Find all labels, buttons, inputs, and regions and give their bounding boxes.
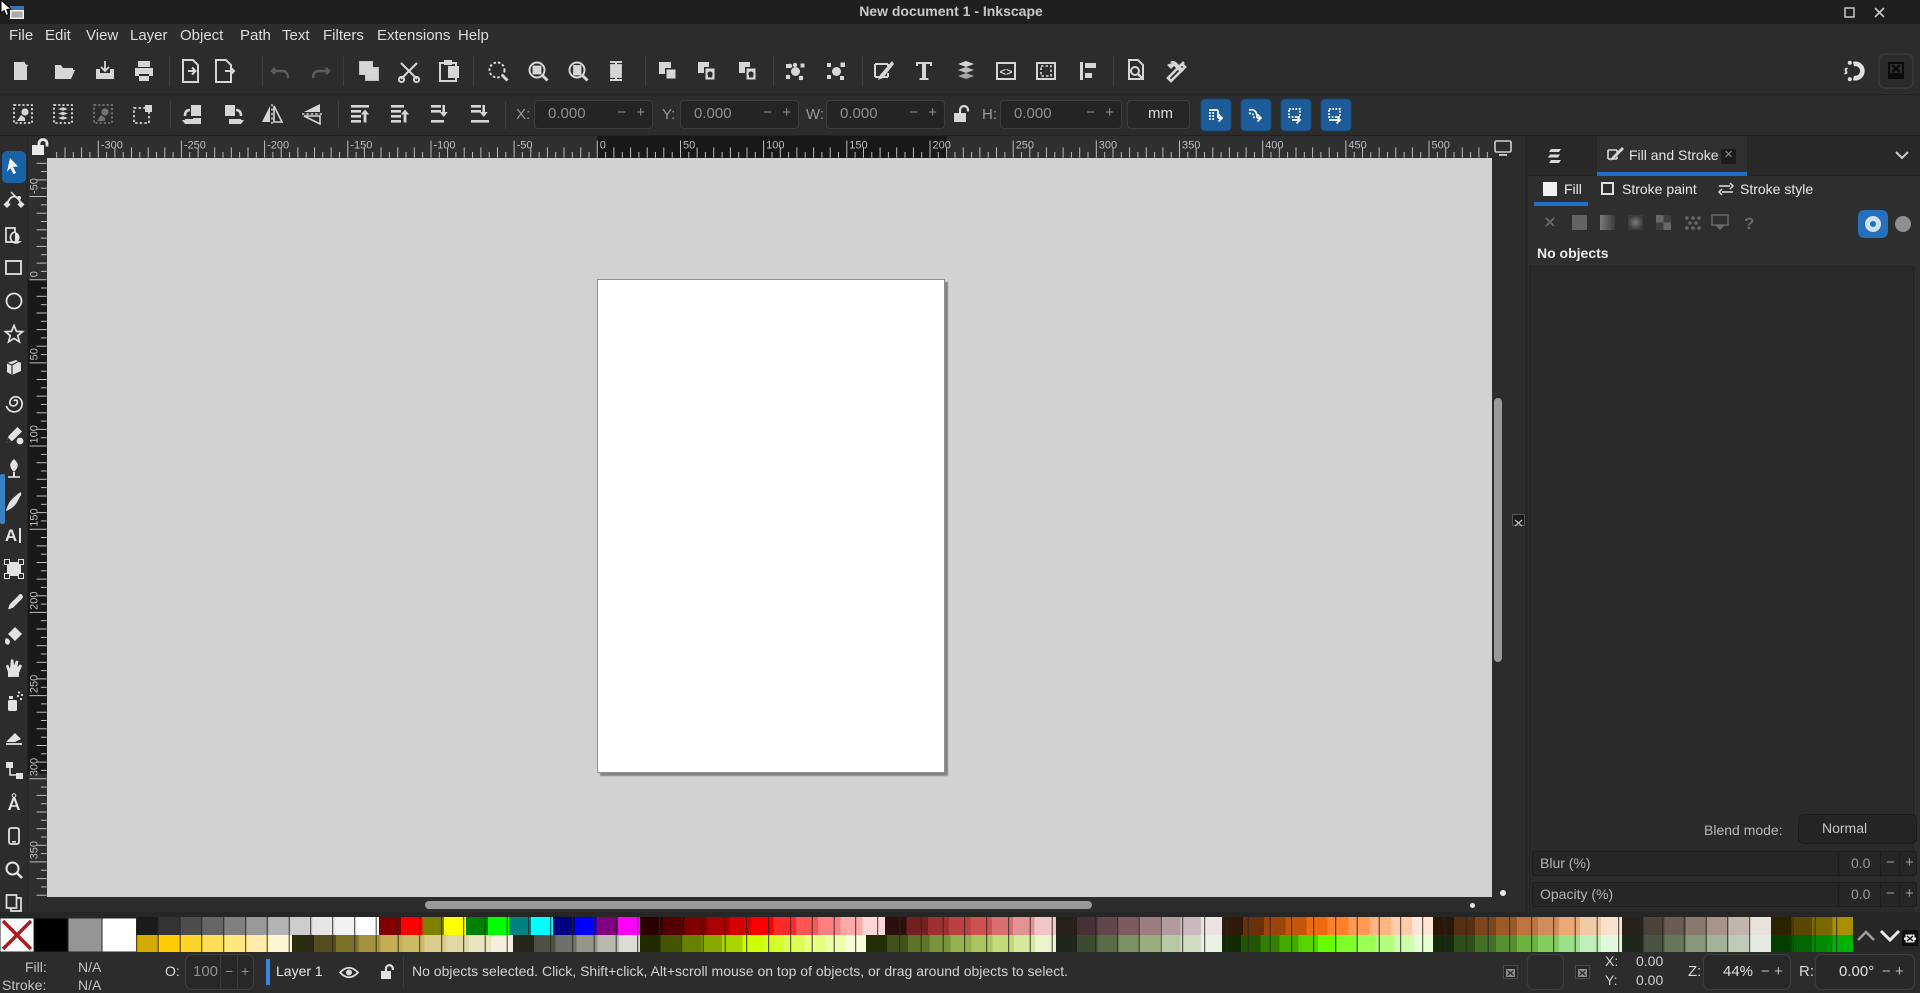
svg-text:-200: -200	[267, 140, 289, 152]
svg-text:0: 0	[29, 271, 41, 277]
svg-text:250: 250	[1016, 140, 1034, 152]
svg-text:A: A	[5, 526, 17, 545]
svg-text:300: 300	[1099, 140, 1117, 152]
svg-text:450: 450	[1348, 140, 1366, 152]
svg-text:-250: -250	[184, 140, 206, 152]
svg-text:100: 100	[29, 425, 41, 443]
svg-text:300: 300	[29, 758, 41, 776]
svg-text:500: 500	[1432, 140, 1450, 152]
svg-text:400: 400	[1265, 140, 1283, 152]
svg-text:350: 350	[1182, 140, 1200, 152]
svg-text:150: 150	[849, 140, 867, 152]
svg-text:200: 200	[29, 592, 41, 610]
svg-text:-50: -50	[517, 140, 533, 152]
svg-text:-50: -50	[29, 178, 41, 194]
svg-text:-300: -300	[101, 140, 123, 152]
svg-text:?: ?	[1744, 214, 1754, 233]
svg-text:250: 250	[29, 675, 41, 693]
svg-text:50: 50	[683, 140, 695, 152]
svg-text:200: 200	[933, 140, 951, 152]
svg-text:150: 150	[29, 508, 41, 526]
svg-text:350: 350	[29, 841, 41, 859]
svg-text:-100: -100	[434, 140, 456, 152]
svg-text:50: 50	[29, 348, 41, 360]
svg-text:0: 0	[600, 140, 606, 152]
svg-text:<>: <>	[1000, 67, 1013, 79]
svg-text:100: 100	[766, 140, 784, 152]
svg-text:-150: -150	[350, 140, 372, 152]
